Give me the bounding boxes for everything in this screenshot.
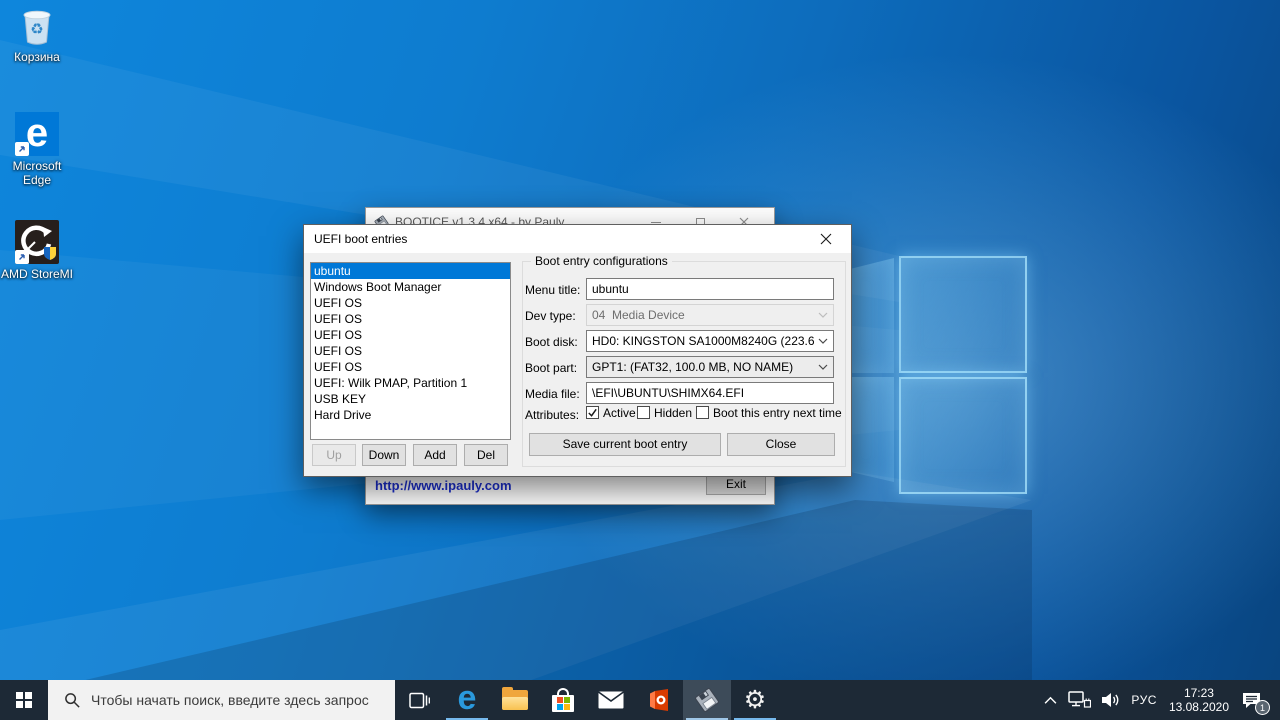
list-item[interactable]: UEFI OS xyxy=(311,343,510,359)
del-button[interactable]: Del xyxy=(464,444,508,466)
show-hidden-icons-button[interactable] xyxy=(1038,680,1063,720)
up-button[interactable]: Up xyxy=(312,444,356,466)
shortcut-arrow-icon xyxy=(15,250,29,264)
down-button[interactable]: Down xyxy=(362,444,406,466)
search-placeholder: Чтобы начать поиск, введите здесь запрос xyxy=(91,692,369,708)
boot-entries-listbox[interactable]: ubuntu Windows Boot Manager UEFI OS UEFI… xyxy=(310,262,511,440)
close-icon xyxy=(820,233,832,245)
uefi-boot-entries-dialog: UEFI boot entries ubuntu Windows Boot Ma… xyxy=(303,224,852,477)
menu-title-input[interactable] xyxy=(586,278,834,300)
hidden-checkbox-label: Hidden xyxy=(654,406,692,420)
notification-count-badge: 1 xyxy=(1255,700,1270,715)
list-item[interactable]: UEFI OS xyxy=(311,327,510,343)
boot-part-combobox[interactable]: GPT1: (FAT32, 100.0 MB, NO NAME) xyxy=(586,356,834,378)
boot-part-label: Boot part: xyxy=(525,361,577,375)
edge-icon: e xyxy=(458,681,477,715)
dialog-title: UEFI boot entries xyxy=(314,232,811,246)
chevron-down-icon xyxy=(818,312,828,318)
floppy-disk-icon xyxy=(694,687,720,713)
taskbar-search[interactable]: Чтобы начать поиск, введите здесь запрос xyxy=(48,680,395,720)
search-icon xyxy=(64,692,81,709)
svg-text:♻: ♻ xyxy=(30,21,43,38)
minimize-icon xyxy=(651,222,661,223)
task-view-icon xyxy=(408,691,431,710)
boot-next-checkbox-label: Boot this entry next time xyxy=(713,406,842,420)
dialog-close-button[interactable] xyxy=(811,227,841,251)
chevron-up-icon xyxy=(1043,696,1058,705)
desktop-icon-recycle-bin[interactable]: ♻ Корзина xyxy=(0,5,74,64)
language-indicator[interactable]: РУС xyxy=(1126,680,1162,720)
shortcut-arrow-icon xyxy=(15,142,29,156)
groupbox-title: Boot entry configurations xyxy=(531,254,672,268)
recycle-bin-icon: ♻ xyxy=(17,5,57,47)
save-current-boot-entry-button[interactable]: Save current boot entry xyxy=(529,433,721,456)
checkmark-icon xyxy=(587,407,598,418)
time: 17:23 xyxy=(1169,686,1229,700)
desktop-icon-amd-storemi[interactable]: AMD StoreMI xyxy=(0,220,74,281)
gear-icon: ⚙ xyxy=(744,688,766,713)
taskbar-edge[interactable]: e xyxy=(443,680,491,720)
edge-icon: e xyxy=(15,112,59,156)
dev-type-label: Dev type: xyxy=(525,309,576,323)
file-explorer-icon xyxy=(502,690,528,710)
list-item[interactable]: ubuntu xyxy=(311,263,510,279)
speaker-icon xyxy=(1101,692,1121,708)
taskbar-mail[interactable] xyxy=(587,680,635,720)
active-checkbox-label: Active xyxy=(603,406,636,420)
taskbar-store[interactable] xyxy=(539,680,587,720)
task-view-button[interactable] xyxy=(395,680,443,720)
hidden-checkbox[interactable] xyxy=(637,406,650,419)
date: 13.08.2020 xyxy=(1169,700,1229,714)
attributes-label: Attributes: xyxy=(525,408,579,422)
chevron-down-icon xyxy=(818,364,828,370)
close-dialog-button[interactable]: Close xyxy=(727,433,835,456)
ipauly-link[interactable]: http://www.ipauly.com xyxy=(375,478,512,493)
list-item[interactable]: Windows Boot Manager xyxy=(311,279,510,295)
volume-tray-icon[interactable] xyxy=(1096,680,1126,720)
boot-disk-combobox[interactable]: HD0: KINGSTON SA1000M8240G (223.6 GB, C: xyxy=(586,330,834,352)
taskbar: Чтобы начать поиск, введите здесь запрос… xyxy=(0,680,1280,720)
desktop-icon-microsoft-edge[interactable]: e Microsoft Edge xyxy=(0,112,74,187)
windows-logo-pane xyxy=(899,377,1027,494)
dev-type-combobox: 04 Media Device xyxy=(586,304,834,326)
media-file-input[interactable] xyxy=(586,382,834,404)
list-item[interactable]: UEFI: Wilk PMAP, Partition 1 xyxy=(311,375,510,391)
boot-disk-label: Boot disk: xyxy=(525,335,578,349)
desktop-icon-label: Корзина xyxy=(14,50,60,64)
amd-storemi-icon xyxy=(15,220,59,264)
network-tray-icon[interactable] xyxy=(1063,680,1096,720)
add-button[interactable]: Add xyxy=(413,444,457,466)
media-file-label: Media file: xyxy=(525,387,580,401)
dialog-titlebar[interactable]: UEFI boot entries xyxy=(304,225,851,253)
desktop-icon-label: Microsoft Edge xyxy=(0,159,74,187)
active-checkbox[interactable] xyxy=(586,406,599,419)
microsoft-store-icon xyxy=(552,688,574,712)
boot-next-checkbox[interactable] xyxy=(696,406,709,419)
ethernet-icon xyxy=(1068,691,1091,709)
list-item[interactable]: UEFI OS xyxy=(311,359,510,375)
windows-logo-pane xyxy=(899,256,1027,373)
taskbar-settings[interactable]: ⚙ xyxy=(731,680,779,720)
taskbar-bootice[interactable] xyxy=(683,680,731,720)
start-button[interactable] xyxy=(0,680,48,720)
office-icon xyxy=(647,688,671,712)
list-item[interactable]: UEFI OS xyxy=(311,295,510,311)
mail-icon xyxy=(598,691,624,709)
list-item[interactable]: USB KEY xyxy=(311,391,510,407)
chevron-down-icon xyxy=(818,338,828,344)
taskbar-office[interactable] xyxy=(635,680,683,720)
system-tray: РУС 17:23 13.08.2020 1 xyxy=(1038,680,1280,720)
list-item[interactable]: UEFI OS xyxy=(311,311,510,327)
menu-title-label: Menu title: xyxy=(525,283,580,297)
taskbar-file-explorer[interactable] xyxy=(491,680,539,720)
clock[interactable]: 17:23 13.08.2020 xyxy=(1162,680,1236,720)
desktop-icon-label: AMD StoreMI xyxy=(1,267,73,281)
list-item[interactable]: Hard Drive xyxy=(311,407,510,423)
action-center-button[interactable]: 1 xyxy=(1236,680,1268,720)
windows-start-icon xyxy=(16,692,32,708)
